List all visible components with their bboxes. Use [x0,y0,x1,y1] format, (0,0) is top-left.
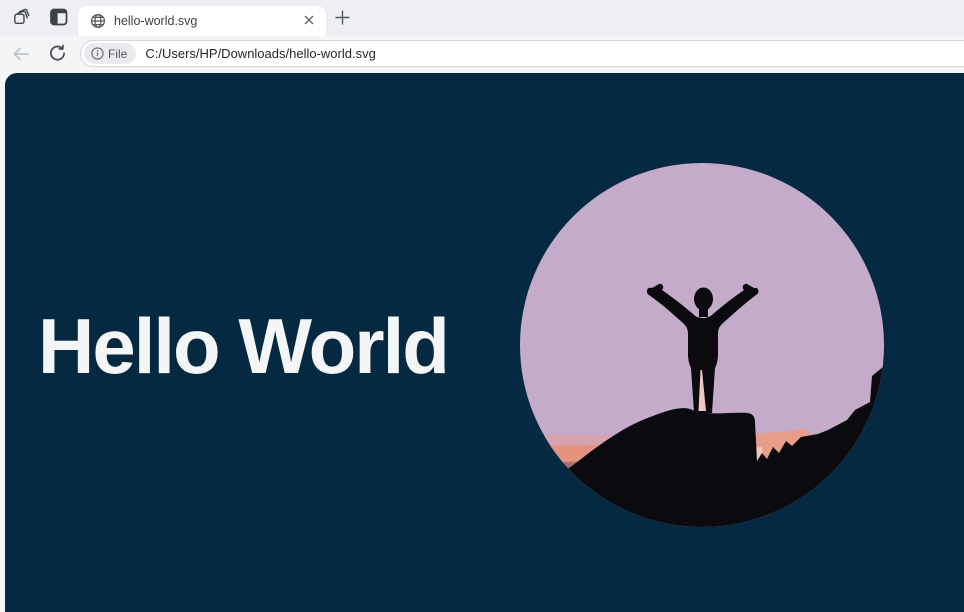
new-tab-button[interactable] [332,8,353,29]
workspaces-button[interactable] [9,6,33,30]
page-content: Hello World [5,73,964,612]
browser-toolbar: File C:/Users/HP/Downloads/hello-world.s… [0,36,964,73]
arrow-left-icon [11,44,31,67]
tab-title: hello-world.svg [114,14,300,28]
workspaces-icon [12,7,31,29]
badge-label: File [108,47,127,61]
url-text: C:/Users/HP/Downloads/hello-world.svg [145,46,375,61]
refresh-icon [48,44,67,66]
viewport-gutter: Hello World [0,73,964,612]
hero-illustration [520,163,884,527]
vertical-tabs-button[interactable] [47,6,71,30]
info-icon [91,47,104,60]
person-head [694,288,713,311]
tab-close-button[interactable] [300,12,318,30]
browser-tab[interactable]: hello-world.svg [78,6,326,36]
close-icon [303,14,315,29]
tab-strip: hello-world.svg [0,0,964,36]
address-bar[interactable]: File C:/Users/HP/Downloads/hello-world.s… [80,40,964,67]
site-info-badge[interactable]: File [84,43,136,64]
globe-icon [90,13,106,29]
page-heading: Hello World [38,307,448,385]
vertical-tabs-icon [50,8,68,29]
refresh-button[interactable] [45,43,69,67]
plus-icon [334,9,351,29]
back-button[interactable] [9,43,33,67]
sunset-silhouette-image [520,163,884,527]
browser-window: hello-world.svg [0,0,964,612]
